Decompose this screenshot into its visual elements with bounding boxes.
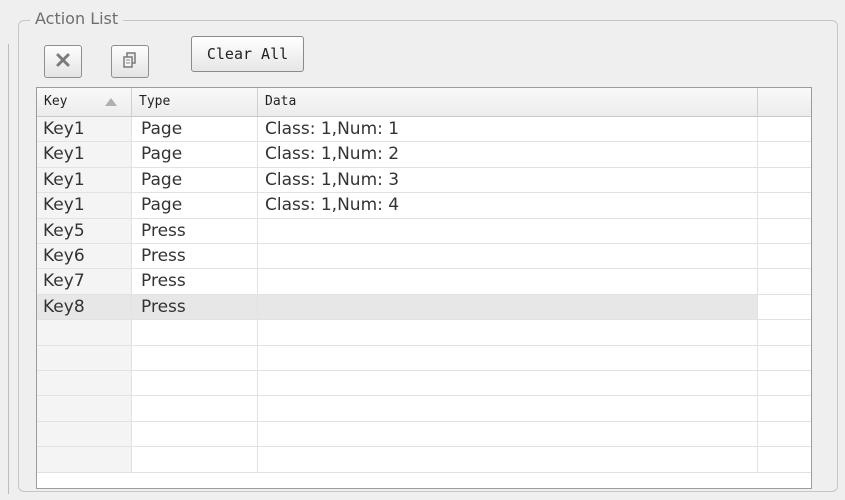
table-row[interactable]: Key1 Page Class: 1,Num: 3 (37, 167, 811, 194)
cell-key: Key5 (37, 218, 132, 243)
cell-data (258, 294, 758, 320)
table-row[interactable] (37, 396, 811, 422)
table-row[interactable] (37, 421, 811, 448)
table-row[interactable]: Key6 Press (37, 244, 811, 270)
cell-key (37, 345, 132, 370)
column-header-type[interactable]: Type (132, 88, 258, 116)
cell-extra (758, 295, 811, 319)
group-title: Action List (30, 9, 124, 29)
cell-extra (758, 244, 811, 268)
cell-key (37, 447, 132, 472)
cell-type (132, 396, 258, 421)
cell-type: Page (132, 142, 258, 167)
cell-extra (758, 219, 811, 243)
cell-extra (758, 269, 811, 293)
cell-key: Key1 (37, 142, 132, 167)
cell-data: Class: 1,Num: 4 (258, 193, 758, 218)
cell-type: Press (132, 218, 258, 243)
sort-ascending-icon (105, 98, 117, 106)
cell-type: Press (132, 269, 258, 294)
cell-key: Key7 (37, 269, 132, 294)
cell-type: Page (132, 193, 258, 218)
cell-data (258, 244, 758, 269)
cell-extra (758, 193, 811, 217)
cell-key (37, 421, 132, 447)
cell-data (258, 218, 758, 243)
copy-icon (121, 51, 139, 73)
cell-key: Key1 (37, 193, 132, 218)
table-row[interactable] (37, 371, 811, 397)
cell-key (37, 371, 132, 396)
cell-data: Class: 1,Num: 3 (258, 167, 758, 193)
table-row[interactable] (37, 447, 811, 473)
table-row[interactable]: Key5 Press (37, 218, 811, 244)
cell-type (132, 345, 258, 370)
cell-key: Key1 (37, 167, 132, 193)
cell-data (258, 396, 758, 421)
table-body: Key1 Page Class: 1,Num: 1 Key1 Page Clas… (37, 117, 811, 488)
table-row[interactable] (37, 320, 811, 346)
column-header-label: Data (265, 94, 297, 109)
delete-button[interactable] (44, 45, 82, 78)
cell-data (258, 447, 758, 472)
cell-extra (758, 396, 811, 420)
table-row[interactable]: Key1 Page Class: 1,Num: 4 (37, 193, 811, 219)
cell-type: Page (132, 167, 258, 193)
clear-all-button[interactable]: Clear All (191, 36, 304, 72)
column-header-key[interactable]: Key (37, 88, 132, 116)
cell-extra (758, 447, 811, 471)
cell-key (37, 320, 132, 345)
delete-x-icon (55, 52, 71, 72)
table-row-selected[interactable]: Key8 Press (37, 294, 811, 321)
cell-key (37, 396, 132, 421)
cell-data: Class: 1,Num: 2 (258, 142, 758, 167)
column-header-data[interactable]: Data (258, 88, 758, 116)
cell-extra (758, 142, 811, 166)
cell-extra (758, 371, 811, 395)
table-row[interactable]: Key1 Page Class: 1,Num: 1 (37, 117, 811, 143)
cell-key: Key1 (37, 117, 132, 142)
cell-data (258, 320, 758, 345)
cell-type: Press (132, 294, 258, 320)
column-header-label: Key (44, 94, 68, 109)
copy-button[interactable] (111, 45, 149, 78)
cell-type (132, 320, 258, 345)
cell-extra (758, 168, 811, 192)
cell-extra (758, 320, 811, 344)
cell-type (132, 371, 258, 396)
action-list-panel: Action List Clear All Key Type Data Key1… (0, 0, 845, 500)
table-header: Key Type Data (37, 88, 811, 117)
cell-extra (758, 346, 811, 370)
column-header-label: Type (139, 94, 171, 109)
cell-type (132, 421, 258, 447)
cell-key: Key6 (37, 244, 132, 269)
cell-type (132, 447, 258, 472)
cell-extra (758, 117, 811, 141)
cell-data (258, 421, 758, 447)
window-left-edge (8, 44, 9, 494)
action-table: Key Type Data Key1 Page Class: 1,Num: 1 … (36, 87, 812, 489)
cell-data (258, 269, 758, 294)
cell-data: Class: 1,Num: 1 (258, 117, 758, 142)
column-header-extra[interactable] (758, 88, 811, 116)
cell-extra (758, 422, 811, 446)
cell-key: Key8 (37, 294, 132, 320)
table-row[interactable]: Key7 Press (37, 269, 811, 295)
cell-type: Press (132, 244, 258, 269)
cell-data (258, 345, 758, 370)
table-row[interactable] (37, 345, 811, 371)
cell-data (258, 371, 758, 396)
cell-type: Page (132, 117, 258, 142)
table-row[interactable]: Key1 Page Class: 1,Num: 2 (37, 142, 811, 168)
